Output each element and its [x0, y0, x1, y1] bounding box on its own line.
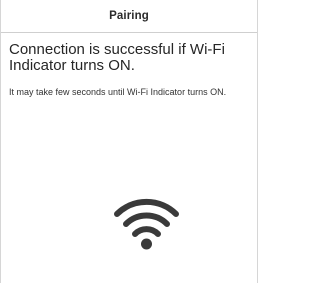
- page-title: Pairing: [109, 10, 149, 22]
- wifi-icon: [114, 198, 179, 250]
- pairing-screen: Pairing Connection is successful if Wi-F…: [0, 0, 258, 283]
- wait-note-text: It may take few seconds until Wi-Fi Indi…: [9, 87, 227, 97]
- success-instruction-heading: Connection is successful if Wi-Fi Indica…: [9, 41, 225, 74]
- nav-bar: Pairing: [1, 0, 257, 33]
